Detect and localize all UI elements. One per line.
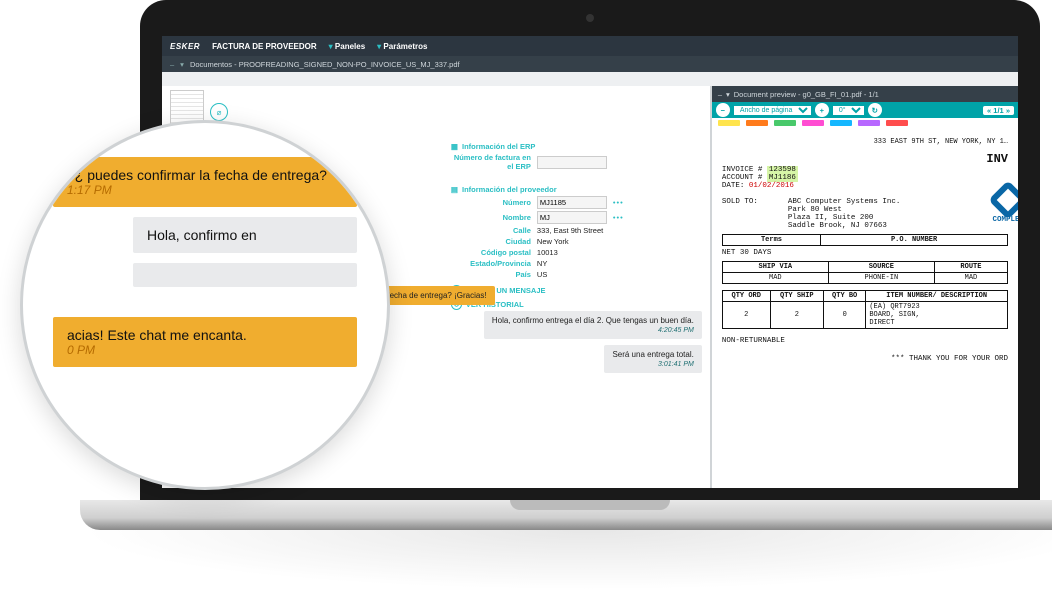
breadcrumb-bar: – ▾ Documentos - PROOFREADING_SIGNED_NON… (162, 56, 1018, 72)
collapse-icon[interactable]: – (170, 60, 174, 69)
label-vendor-calle: Calle (451, 226, 531, 235)
preview-title-bar: – ▾ Document preview - g0_GB_FI_01.pdf -… (712, 86, 1018, 102)
collapse-icon[interactable]: – (718, 90, 722, 99)
rotate-icon[interactable]: ↻ (868, 103, 882, 117)
nav-menu-paneles[interactable]: Paneles (329, 42, 366, 51)
mag-bubble-in (133, 263, 357, 287)
vendor-icon: ▤ (451, 185, 458, 194)
chat-text: Será una entrega total. (612, 350, 693, 359)
label-erp-numero: Número de factura en el ERP (451, 153, 531, 171)
highlighter-swatch[interactable] (886, 120, 908, 126)
lookup-icon[interactable]: ••• (613, 213, 624, 222)
chat-timestamp: 4:20:45 PM (492, 327, 694, 334)
nav-menu-parametros[interactable]: Parámetros (377, 42, 427, 51)
label-soldto: SOLD TO: (722, 198, 778, 230)
mag-text: acias! Este chat me encanta. (67, 327, 343, 343)
laptop-base (80, 500, 1052, 530)
highlighter-swatch[interactable] (746, 120, 768, 126)
highlighter-swatch[interactable] (802, 120, 824, 126)
attachment-icon[interactable]: ⌀ (210, 103, 228, 121)
value-vendor-estado: NY (537, 259, 547, 268)
building-icon: ▦ (451, 142, 458, 151)
mag-text: Hola, confirmo en (147, 227, 343, 243)
label-vendor-ciudad: Ciudad (451, 237, 531, 246)
chat-timestamp: 3:01:41 PM (612, 361, 693, 368)
label-vendor-nombre: Nombre (451, 213, 531, 222)
value-soldto: ABC Computer Systems Inc. Park 80 West P… (788, 198, 901, 230)
section-title-erp: Información del ERP (462, 142, 535, 151)
laptop-reflection (80, 530, 1052, 590)
completed-stamp: COMPLET (992, 186, 1018, 224)
zoom-out-icon[interactable]: − (716, 103, 730, 117)
doc-table-items: QTY ORDQTY SHIPQTY BOITEM NUMBER/ DESCRI… (722, 290, 1008, 329)
mag-bubble-out: , ¿ puedes confirmar la fecha de entrega… (53, 157, 357, 207)
highlighter-row (712, 118, 1018, 130)
highlighter-swatch[interactable] (830, 120, 852, 126)
preview-toolbar: − Ancho de página + 0° ↻ « 1/1 » (712, 102, 1018, 118)
rotate-select[interactable]: 0° (833, 106, 864, 115)
preview-title: Document preview - g0_GB_FI_01.pdf - 1/1 (734, 90, 879, 99)
mag-bubble-in: Hola, confirmo en (133, 217, 357, 253)
doc-title: INV (722, 152, 1008, 166)
brand-logo: ESKER (170, 42, 200, 51)
doc-sender-address: 333 EAST 9TH ST, NEW YORK, NY 1… (722, 138, 1008, 146)
value-vendor-cp: 10013 (537, 248, 558, 257)
mag-bubble-out: acias! Este chat me encanta. 0 PM (53, 317, 357, 367)
input-vendor-numero[interactable] (537, 196, 607, 209)
magnifier-overlay: , ¿ puedes confirmar la fecha de entrega… (20, 120, 390, 490)
label-vendor-cp: Código postal (451, 248, 531, 257)
chat-bubble-in: Será una entrega total. 3:01:41 PM (604, 345, 701, 373)
zoom-in-icon[interactable]: + (815, 103, 829, 117)
mag-text: , ¿ puedes confirmar la fecha de entrega… (67, 167, 343, 183)
document-preview[interactable]: 333 EAST 9TH ST, NEW YORK, NY 1… INV COM… (712, 130, 1018, 488)
document-path: Documentos - PROOFREADING_SIGNED_NON-PO_… (190, 60, 460, 69)
value-vendor-pais: US (537, 270, 547, 279)
nav-tab-main[interactable]: FACTURA DE PROVEEDOR (212, 42, 317, 51)
zoom-select[interactable]: Ancho de página (734, 106, 811, 115)
input-erp-numero[interactable] (537, 156, 607, 169)
value-vendor-calle: 333, East 9th Street (537, 226, 603, 235)
highlighter-swatch[interactable] (858, 120, 880, 126)
section-title-proveedor: Información del proveedor (462, 185, 557, 194)
doc-net30: NET 30 DAYS (722, 249, 1008, 257)
doc-meta: INVOICE # 123598 ACCOUNT # MJ1186 DATE: … (722, 166, 1008, 190)
mag-timestamp: 1:17 PM (67, 183, 343, 197)
ribbon-spacer (162, 72, 1018, 86)
lookup-icon[interactable]: ••• (613, 198, 624, 207)
chat-bubble-in: Hola, confirmo entrega el día 2. Que ten… (484, 311, 702, 339)
label-vendor-pais: País (451, 270, 531, 279)
highlighter-swatch[interactable] (718, 120, 740, 126)
label-vendor-numero: Número (451, 198, 531, 207)
preview-panel: – ▾ Document preview - g0_GB_FI_01.pdf -… (710, 86, 1018, 488)
input-vendor-nombre[interactable] (537, 211, 607, 224)
doc-nonreturnable: NON-RETURNABLE (722, 337, 1008, 345)
highlighter-swatch[interactable] (774, 120, 796, 126)
top-nav: ESKER FACTURA DE PROVEEDOR Paneles Parám… (162, 36, 1018, 56)
chat-text: Hola, confirmo entrega el día 2. Que ten… (492, 316, 694, 325)
doc-table-ship: SHIP VIASOURCEROUTE MADPHONE-INMAD (722, 261, 1008, 284)
doc-thanks: *** THANK YOU FOR YOUR ORD (722, 355, 1008, 363)
page-indicator: « 1/1 » (983, 106, 1014, 115)
chevron-down-icon[interactable]: ▾ (180, 60, 184, 69)
label-vendor-estado: Estado/Provincia (451, 259, 531, 268)
value-vendor-ciudad: New York (537, 237, 569, 246)
mag-timestamp: 0 PM (67, 343, 343, 357)
doc-table-terms: TermsP.O. NUMBER (722, 234, 1008, 246)
chevron-down-icon[interactable]: ▾ (726, 90, 730, 99)
